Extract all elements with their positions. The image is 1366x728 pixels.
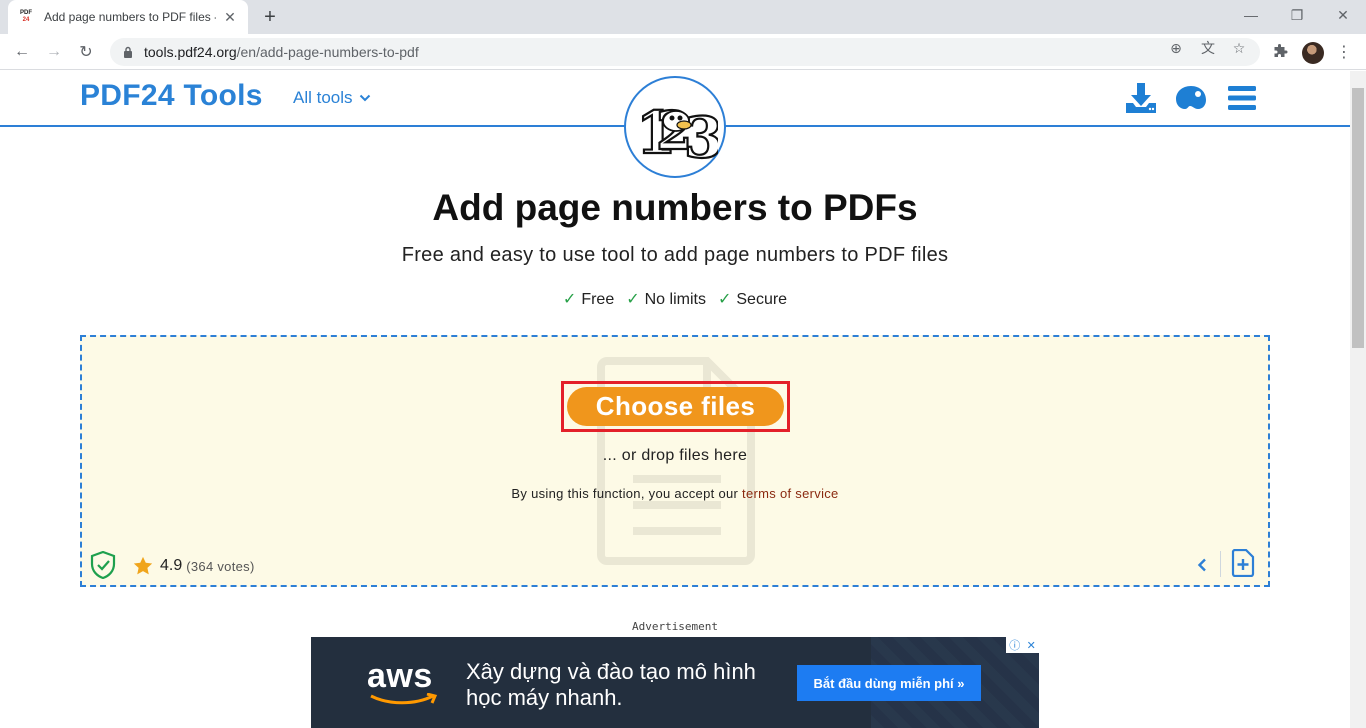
- forward-button[interactable]: →: [40, 38, 68, 66]
- tool-mascot-logo: 1 3 2: [624, 76, 726, 178]
- bookmark-star-icon[interactable]: ☆: [1231, 40, 1247, 56]
- chevron-left-icon[interactable]: [1192, 555, 1212, 575]
- translate-icon[interactable]: 文: [1200, 40, 1216, 56]
- toolbar-divider: [1220, 551, 1221, 577]
- shield-check-icon[interactable]: [90, 551, 116, 579]
- close-window-button[interactable]: ✕: [1320, 0, 1366, 30]
- page-subtitle: Free and easy to use tool to add page nu…: [401, 244, 949, 266]
- palette-icon[interactable]: [1174, 81, 1208, 115]
- minimize-button[interactable]: —: [1228, 0, 1274, 30]
- tab-close-icon[interactable]: ✕: [222, 9, 238, 25]
- rating[interactable]: 4.9 (364 votes): [132, 555, 255, 577]
- new-tab-button[interactable]: +: [258, 5, 282, 29]
- restore-button[interactable]: ❐: [1274, 0, 1320, 30]
- terms-notice: By using this function, you accept our t…: [82, 486, 1268, 501]
- feature-no-limits: ✓ No limits: [626, 289, 706, 309]
- pdf24-favicon-icon: PDF 24: [18, 9, 34, 25]
- url-path: /en/add-page-numbers-to-pdf: [236, 44, 419, 60]
- back-button[interactable]: ←: [8, 38, 36, 66]
- profile-avatar[interactable]: [1302, 42, 1324, 64]
- rating-value: 4.9: [160, 557, 183, 574]
- check-icon: ✓: [562, 291, 577, 308]
- ad-choices[interactable]: ⓘ ✕: [1006, 637, 1039, 653]
- install-app-icon[interactable]: ⊕: [1168, 40, 1184, 56]
- feature-free: ✓ Free: [563, 289, 614, 309]
- browser-toolbar: ← → ↻ tools.pdf24.org/en/add-page-number…: [0, 34, 1366, 70]
- download-icon[interactable]: [1124, 81, 1158, 115]
- file-drop-zone[interactable]: Choose files ... or drop files here By u…: [80, 335, 1270, 587]
- extensions-icon[interactable]: [1270, 42, 1290, 62]
- site-logo-text[interactable]: PDF24 Tools: [80, 79, 263, 113]
- url-text: tools.pdf24.org/en/add-page-numbers-to-p…: [144, 44, 419, 60]
- star-icon: [133, 556, 153, 575]
- check-icon: ✓: [717, 291, 732, 308]
- terms-of-service-link[interactable]: terms of service: [742, 486, 839, 501]
- feature-label: No limits: [644, 291, 706, 308]
- hamburger-menu-icon[interactable]: [1225, 81, 1259, 115]
- aws-smile-icon: [370, 693, 438, 705]
- page-content: PDF24 Tools All tools 1 3 2 Add page num…: [0, 71, 1350, 728]
- page-number-mascot-icon: 1 3 2: [635, 98, 718, 167]
- feature-list: ✓ Free ✓ No limits ✓ Secure: [0, 289, 1350, 309]
- page-title: Add page numbers to PDFs: [432, 187, 918, 228]
- ad-headline: Xây dựng và đào tạo mô hình học máy nhan…: [466, 659, 756, 710]
- feature-label: Free: [581, 291, 615, 308]
- aws-logo: aws: [367, 657, 433, 695]
- chevron-down-icon: [359, 94, 370, 102]
- add-file-icon[interactable]: [1230, 549, 1256, 577]
- reload-button[interactable]: ↻: [72, 38, 100, 66]
- address-bar[interactable]: tools.pdf24.org/en/add-page-numbers-to-p…: [110, 38, 1260, 66]
- tab-title: Add page numbers to PDF files -: [44, 10, 216, 24]
- scrollbar-thumb[interactable]: [1352, 88, 1364, 348]
- favicon-text-bottom: 24: [22, 17, 30, 23]
- browser-menu-icon[interactable]: ⋮: [1334, 42, 1354, 62]
- all-tools-label: All tools: [293, 88, 353, 107]
- choose-files-highlight: Choose files: [561, 381, 790, 432]
- ad-cta-button[interactable]: Bắt đầu dùng miễn phí »: [797, 665, 981, 701]
- check-icon: ✓: [626, 291, 640, 308]
- rating-votes: (364 votes): [186, 558, 255, 574]
- terms-prefix: By using this function, you accept our: [511, 486, 743, 501]
- favicon-text-top: PDF: [20, 10, 32, 16]
- feature-label: Secure: [736, 291, 788, 308]
- all-tools-menu[interactable]: All tools: [293, 88, 371, 108]
- ad-close-icon[interactable]: ✕: [1027, 639, 1036, 652]
- drop-files-hint: ... or drop files here: [602, 447, 748, 464]
- feature-secure: ✓ Secure: [718, 289, 787, 309]
- url-host: tools.pdf24.org: [144, 44, 237, 60]
- advertisement-banner[interactable]: aws Xây dựng và đào tạo mô hình học máy …: [311, 637, 1039, 728]
- browser-tab[interactable]: PDF 24 Add page numbers to PDF files - ✕: [8, 0, 248, 34]
- lock-icon[interactable]: [122, 46, 134, 58]
- browser-tabstrip: PDF 24 Add page numbers to PDF files - ✕…: [0, 0, 1366, 34]
- ad-info-icon[interactable]: ⓘ: [1009, 637, 1020, 653]
- choose-files-button[interactable]: Choose files: [567, 387, 784, 426]
- advertisement-label: Advertisement: [631, 620, 719, 633]
